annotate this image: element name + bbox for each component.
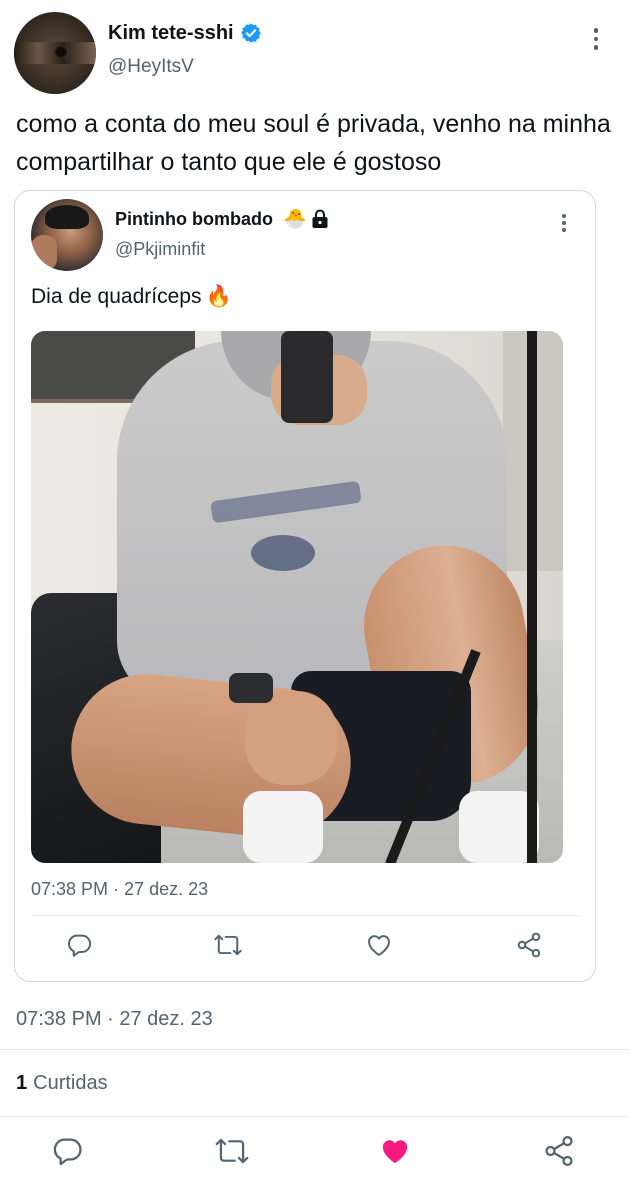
tweet-timestamp[interactable]: 07:38 PM · 27 dez. 23 [16, 1008, 213, 1031]
heart-icon[interactable] [378, 1134, 414, 1170]
divider [31, 915, 579, 916]
retweet-icon[interactable] [213, 931, 245, 963]
avatar-photo-eye [52, 45, 70, 59]
more-vertical-icon [562, 214, 566, 218]
tweet-action-bar [0, 1134, 629, 1174]
more-vertical-icon [593, 28, 599, 33]
divider [0, 1049, 629, 1050]
tweet-text: como a conta do meu soul é privada, venh… [16, 110, 611, 176]
more-options-button[interactable] [586, 24, 606, 54]
verified-badge-icon [240, 22, 262, 44]
author-handle[interactable]: @HeyItsV [108, 56, 194, 78]
chick-emoji: 🐣 [283, 209, 307, 230]
share-icon[interactable] [515, 931, 547, 963]
quoted-more-options-button[interactable] [556, 211, 572, 235]
quoted-tweet-text: Dia de quadríceps 🔥 [31, 285, 232, 308]
likes-label: Curtidas [33, 1072, 108, 1094]
quoted-author-name[interactable]: Pintinho bombado [115, 209, 273, 230]
likes-count: 1 [16, 1072, 28, 1094]
likes-summary[interactable]: 1 Curtidas [16, 1072, 108, 1095]
author-avatar[interactable] [14, 12, 96, 94]
quoted-tweet-card[interactable]: Pintinho bombado 🐣 @Pkjiminfit Dia de qu… [14, 190, 596, 982]
quoted-tweet-photo[interactable] [31, 331, 563, 863]
author-name[interactable]: Kim tete-sshi [108, 22, 234, 45]
fire-emoji: 🔥 [205, 285, 232, 308]
quoted-author-handle[interactable]: @Pkjiminfit [115, 239, 205, 260]
quoted-timestamp[interactable]: 07:38 PM · 27 dez. 23 [31, 879, 208, 900]
share-icon[interactable] [542, 1134, 578, 1170]
reply-icon[interactable] [50, 1134, 86, 1170]
retweet-icon[interactable] [214, 1134, 250, 1170]
quoted-action-bar [31, 931, 563, 967]
quoted-author-avatar[interactable] [31, 199, 103, 271]
heart-icon[interactable] [365, 931, 397, 963]
lock-icon [311, 209, 329, 229]
divider [0, 1116, 629, 1117]
reply-icon[interactable] [65, 931, 97, 963]
